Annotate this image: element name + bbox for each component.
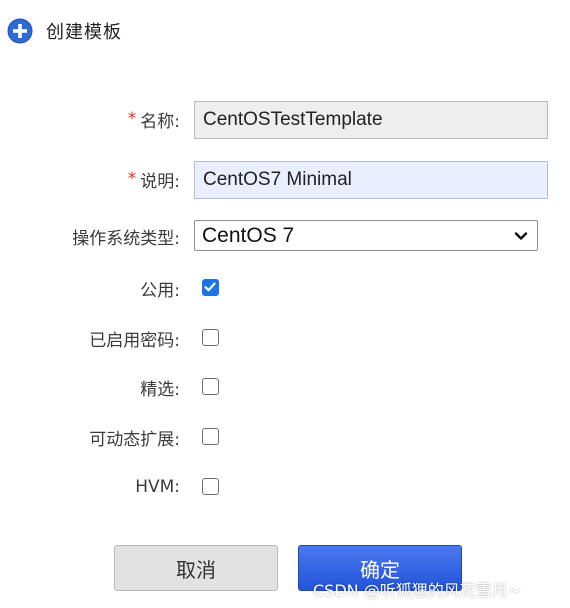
chevron-down-icon — [513, 228, 529, 244]
public-row: 公用: — [0, 270, 570, 306]
name-input[interactable] — [194, 101, 548, 139]
featured-label: 精选: — [140, 379, 180, 400]
os-type-selected-value: CentOS 7 — [202, 223, 295, 247]
password-enabled-checkbox[interactable] — [202, 329, 219, 346]
add-circle-icon — [7, 18, 33, 44]
os-type-select[interactable]: CentOS 7 — [194, 220, 538, 251]
public-checkbox[interactable] — [202, 279, 219, 296]
required-marker: * — [127, 169, 137, 189]
hvm-label: HVM: — [135, 477, 180, 497]
public-label: 公用: — [140, 280, 180, 301]
os-type-label: 操作系统类型: — [72, 228, 180, 249]
scalable-checkbox[interactable] — [202, 428, 219, 445]
watermark-text: CSDN @听狐狸的风花雪月~ — [313, 581, 522, 600]
scalable-row: 可动态扩展: — [0, 419, 570, 455]
dialog-title: 创建模板 — [46, 22, 122, 43]
password-enabled-row: 已启用密码: — [0, 320, 570, 356]
description-row: * 说明: — [0, 161, 570, 199]
dialog-header: 创建模板 — [7, 14, 122, 48]
required-marker: * — [127, 109, 137, 129]
name-row: * 名称: — [0, 101, 570, 139]
scalable-label: 可动态扩展: — [89, 429, 180, 450]
os-type-row: 操作系统类型: CentOS 7 — [0, 220, 570, 257]
featured-row: 精选: — [0, 369, 570, 405]
password-enabled-label: 已启用密码: — [89, 330, 180, 351]
name-label: * 名称: — [127, 109, 180, 132]
featured-checkbox[interactable] — [202, 378, 219, 395]
description-input[interactable] — [194, 161, 548, 199]
cancel-button[interactable]: 取消 — [114, 545, 278, 591]
checkmark-icon — [204, 282, 216, 292]
hvm-row: HVM: — [0, 469, 570, 505]
description-label: * 说明: — [127, 169, 180, 192]
hvm-checkbox[interactable] — [202, 478, 219, 495]
